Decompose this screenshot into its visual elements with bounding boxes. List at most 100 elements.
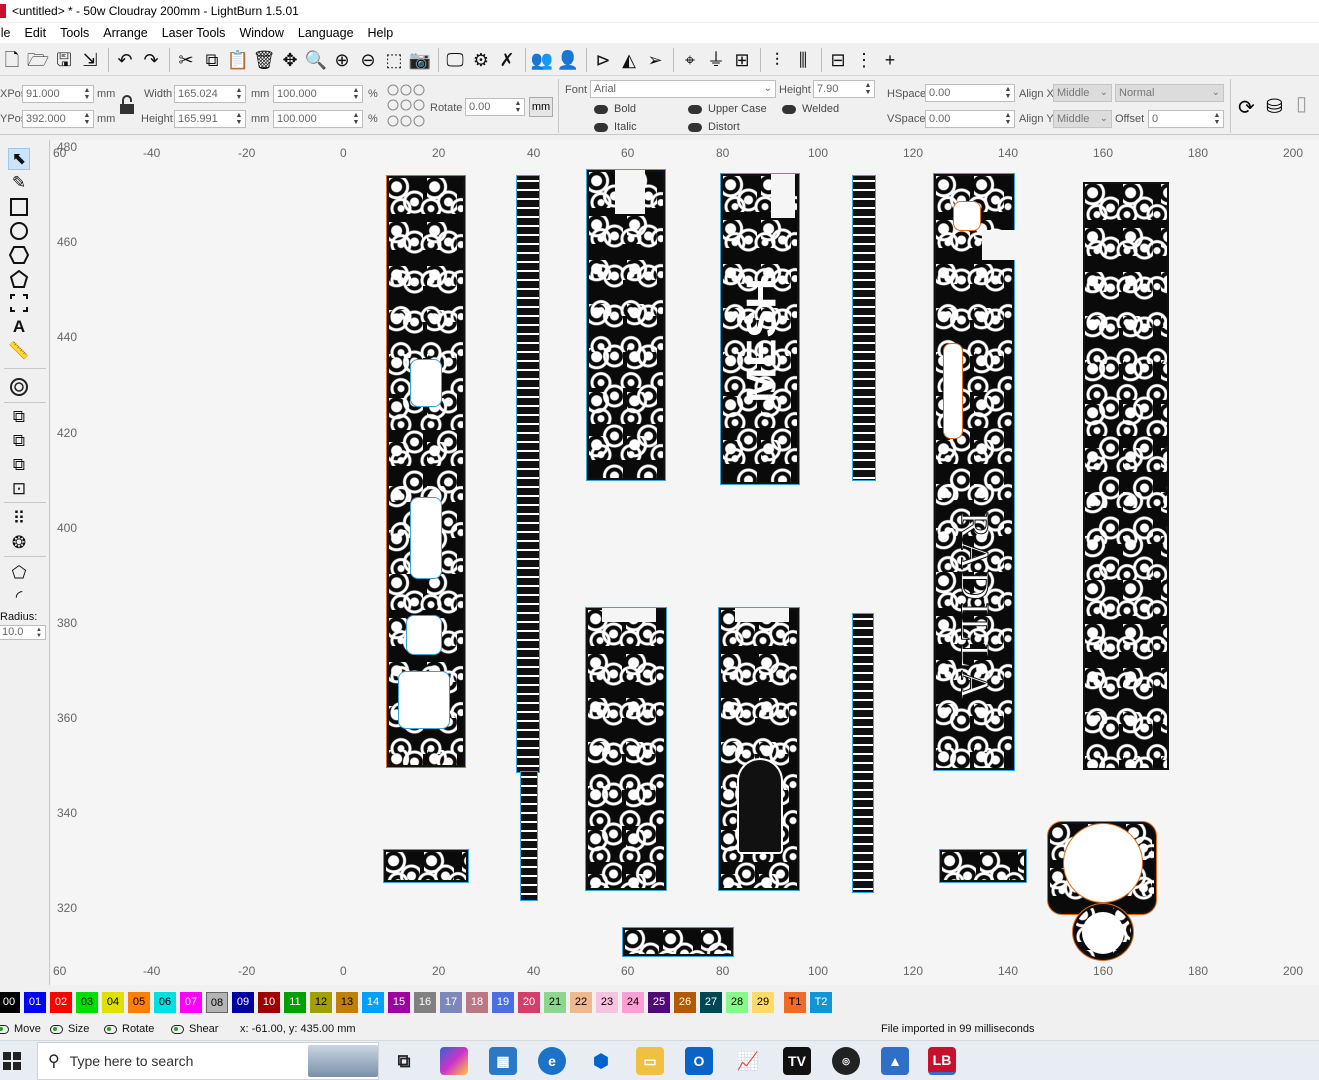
palette-swatch[interactable]: 13 xyxy=(336,992,358,1013)
palette-swatch[interactable]: 22 xyxy=(570,992,592,1013)
rotate-toggle[interactable]: Rotate xyxy=(104,1023,154,1035)
pen-tool-icon[interactable]: ✎ xyxy=(8,172,30,194)
palette-swatch[interactable]: 23 xyxy=(596,992,618,1013)
palette-swatch-tool-1[interactable]: T1 xyxy=(784,992,806,1013)
palette-swatch[interactable]: 29 xyxy=(752,992,774,1013)
offset-tool-icon[interactable] xyxy=(8,376,30,398)
panel-toggle-icon[interactable]: ▯ xyxy=(1296,91,1307,116)
performance-icon[interactable]: 📈 xyxy=(734,1047,762,1075)
dock-icon[interactable]: ⊟ xyxy=(826,48,850,72)
move-icon[interactable]: ✥ xyxy=(278,48,302,72)
text-tool-icon[interactable]: A xyxy=(8,316,30,338)
palette-swatch[interactable]: 27 xyxy=(700,992,722,1013)
palette-swatch[interactable]: 07 xyxy=(180,992,202,1013)
palette-swatch[interactable]: 16 xyxy=(414,992,436,1013)
palette-swatch[interactable]: 03 xyxy=(76,992,98,1013)
polygon-tool-icon[interactable] xyxy=(8,244,30,266)
crosshair-icon[interactable]: + xyxy=(878,48,902,72)
save-icon[interactable]: 🖫 xyxy=(52,48,76,72)
file-explorer-icon[interactable]: ▭ xyxy=(636,1047,664,1075)
ypos-field[interactable]: 392.000 ▲ ▼ xyxy=(22,110,94,128)
mirror-v-icon[interactable]: ◭ xyxy=(617,48,641,72)
palette-swatch[interactable]: 28 xyxy=(726,992,748,1013)
select-tool-icon[interactable]: ⬉ xyxy=(8,148,30,170)
lock-ratio-icon[interactable] xyxy=(118,95,136,115)
radius-field[interactable]: 10.0 ▲ ▼ xyxy=(0,625,46,640)
height-field[interactable]: 165.991 ▲ ▼ xyxy=(174,110,246,128)
engraving-strip[interactable] xyxy=(517,176,539,772)
upper-case-toggle[interactable]: Upper Case xyxy=(688,103,767,115)
grid-icon[interactable]: ⋮ xyxy=(852,48,876,72)
zoom-in-icon[interactable]: ⊕ xyxy=(330,48,354,72)
vspace-field[interactable]: 0.00 ▲ ▼ xyxy=(925,110,1015,128)
width-field[interactable]: 165.024 ▲ ▼ xyxy=(174,85,246,103)
boolean-subtract-icon[interactable]: ⧉ xyxy=(8,454,30,476)
menu-laser-tools[interactable]: Laser Tools xyxy=(155,26,233,40)
scale-height-field[interactable]: 100.000 ▲ ▼ xyxy=(273,110,363,128)
engraving-panel[interactable] xyxy=(587,170,665,480)
engraving-panel-saint[interactable] xyxy=(719,608,799,890)
edge-icon[interactable]: e xyxy=(538,1047,566,1075)
palette-swatch[interactable]: 05 xyxy=(128,992,150,1013)
unit-toggle-button[interactable]: mm xyxy=(529,97,553,117)
shear-toggle[interactable]: Shear xyxy=(171,1023,218,1035)
engraving-strip[interactable] xyxy=(521,772,537,900)
design-canvas[interactable]: 60 -40 -20 0 20 40 60 80 100 120 140 160… xyxy=(51,140,1319,985)
palette-swatch[interactable]: 18 xyxy=(466,992,488,1013)
palette-swatch[interactable]: 19 xyxy=(492,992,514,1013)
task-view-icon[interactable]: ⧉ xyxy=(390,1047,418,1075)
engraving-panel-mesh[interactable]: MESH xyxy=(721,174,799,484)
mirror-h-icon[interactable]: ⊳ xyxy=(591,48,615,72)
align-center-icon[interactable]: ⫶ xyxy=(765,48,789,72)
menu-help[interactable]: Help xyxy=(361,26,401,40)
bold-toggle[interactable]: Bold xyxy=(594,103,636,115)
copy-icon[interactable]: ⧉ xyxy=(200,48,224,72)
user-icon[interactable]: 👤 xyxy=(556,48,580,72)
delete-icon[interactable]: 🗑 xyxy=(252,48,276,72)
weld-icon[interactable]: ⧉ xyxy=(8,406,30,428)
palette-swatch[interactable]: 14 xyxy=(362,992,384,1013)
palette-swatch[interactable]: 04 xyxy=(102,992,124,1013)
xpos-field[interactable]: 91.000 ▲ ▼ xyxy=(22,85,94,103)
engraving-strip[interactable] xyxy=(853,176,875,480)
engraving-panel[interactable] xyxy=(586,608,666,890)
redo-icon[interactable]: ↷ xyxy=(139,48,163,72)
apply-text-icon[interactable]: ⟳ xyxy=(1238,95,1255,120)
engraving-panel-radilla[interactable]: RADILLA xyxy=(934,174,1016,770)
tools-icon[interactable]: ✗ xyxy=(495,48,519,72)
engraving-circle-piece[interactable] xyxy=(1048,822,1156,914)
palette-swatch[interactable]: 02 xyxy=(50,992,72,1013)
taskbar-search[interactable]: ⚲ Type here to search xyxy=(37,1042,379,1080)
grid-array-icon[interactable]: ⠿ xyxy=(8,508,30,530)
corner-radius-icon[interactable]: ◜ xyxy=(8,586,30,608)
copilot-icon[interactable] xyxy=(440,1047,468,1075)
windows-start-icon[interactable] xyxy=(3,1052,21,1070)
palette-swatch[interactable]: 21 xyxy=(544,992,566,1013)
monitor-icon[interactable]: 🖵 xyxy=(443,48,467,72)
engraving-strip[interactable] xyxy=(853,614,873,892)
settings-icon[interactable]: ⚙ xyxy=(469,48,493,72)
camera-icon[interactable]: 📷 xyxy=(408,48,432,72)
palette-swatch[interactable]: 09 xyxy=(232,992,254,1013)
zoom-fit-icon[interactable]: 🔍 xyxy=(304,48,328,72)
frame-tool-icon[interactable] xyxy=(8,292,30,314)
anchor-grid[interactable] xyxy=(386,83,426,131)
size-toggle[interactable]: Size xyxy=(50,1023,89,1035)
boolean-union-icon[interactable]: ⧉ xyxy=(8,430,30,452)
text-mode-select[interactable]: Normal ⌄ xyxy=(1115,84,1224,102)
measure-tool-icon[interactable]: 📏 xyxy=(8,340,30,362)
menu-window[interactable]: Window xyxy=(232,26,290,40)
engraving-grip-panel-left[interactable] xyxy=(387,176,465,767)
align-y-select[interactable]: Middle ⌄ xyxy=(1053,110,1112,128)
scale-width-field[interactable]: 100.000 ▲ ▼ xyxy=(273,85,363,103)
engraving-panel-large[interactable] xyxy=(1083,182,1169,770)
font-select[interactable]: Arial ⌄ xyxy=(590,80,776,98)
cut-icon[interactable]: ✂ xyxy=(174,48,198,72)
palette-swatch[interactable]: 15 xyxy=(388,992,410,1013)
hspace-field[interactable]: 0.00 ▲ ▼ xyxy=(925,84,1015,102)
app-circle-icon[interactable]: ◎ xyxy=(832,1047,860,1075)
palette-swatch[interactable]: 06 xyxy=(154,992,176,1013)
align-icon[interactable]: ⏚ xyxy=(704,48,728,72)
distribute-h-icon[interactable]: ⫼ xyxy=(791,48,815,72)
open-icon[interactable]: 🗁 xyxy=(26,48,50,72)
